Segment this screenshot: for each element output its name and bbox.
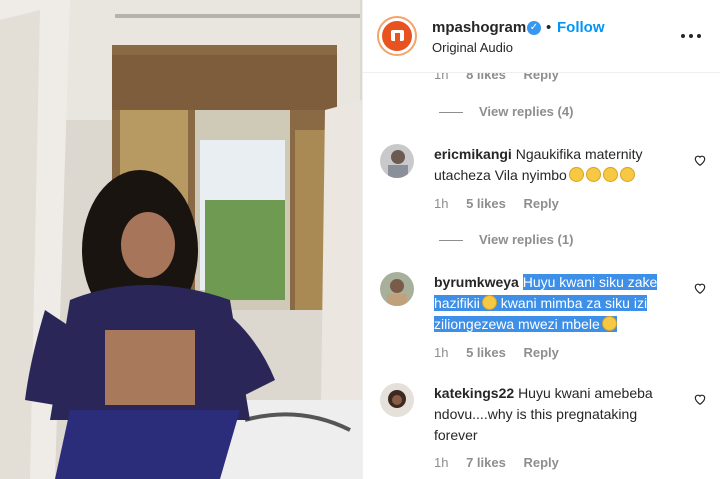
comments-list[interactable]: 1h 8 likes Reply View replies (4) ericmi… <box>363 73 720 479</box>
avatar-image <box>380 144 414 178</box>
replies-divider <box>439 112 463 114</box>
comment-text: katekings22 Huyu kwani amebeba ndovu....… <box>434 383 676 446</box>
post-header: mpashogram ✓ • Follow Original Audio <box>363 0 720 73</box>
heart-outline-icon[interactable] <box>693 153 707 167</box>
comment-text: byrumkweya Huyu kwani siku zake hazifiki… <box>434 272 676 335</box>
reply-button[interactable]: Reply <box>523 73 558 82</box>
comment-username[interactable]: katekings22 <box>434 385 514 401</box>
grinning-sweat-emoji <box>585 167 601 182</box>
verified-badge-icon: ✓ <box>527 21 541 35</box>
heart-outline-icon[interactable] <box>693 392 707 406</box>
follow-button[interactable]: Follow <box>557 19 605 36</box>
thinking-emoji <box>481 295 497 310</box>
view-replies-button[interactable]: View replies (1) <box>439 232 573 247</box>
comment-username[interactable]: byrumkweya <box>434 274 519 290</box>
separator-dot: • <box>546 19 552 36</box>
comment-meta: 1h 5 likes Reply <box>434 345 573 360</box>
grinning-sweat-emoji <box>601 316 617 331</box>
avatar[interactable] <box>380 144 414 178</box>
comment-likes[interactable]: 5 likes <box>466 196 506 211</box>
comment-meta: 1h 5 likes Reply <box>434 196 573 211</box>
more-options-icon[interactable] <box>681 28 701 44</box>
replies-divider <box>439 240 463 242</box>
comment-time: 1h <box>434 196 449 211</box>
comment-time: 1h <box>434 73 449 82</box>
comment-likes[interactable]: 8 likes <box>466 73 506 82</box>
view-replies-label: View replies (4) <box>479 104 574 119</box>
view-replies-label: View replies (1) <box>479 232 574 247</box>
grinning-sweat-emoji <box>619 167 635 182</box>
comment-likes[interactable]: 7 likes <box>466 455 506 470</box>
video-frame[interactable] <box>0 0 362 479</box>
avatar[interactable] <box>380 272 414 306</box>
comment-meta: 1h 7 likes Reply <box>434 455 573 470</box>
avatar-image <box>380 272 414 306</box>
account-avatar[interactable] <box>377 16 417 56</box>
avatar-image <box>380 383 414 417</box>
comments-panel: mpashogram ✓ • Follow Original Audio 1h … <box>362 0 720 479</box>
comment-likes[interactable]: 5 likes <box>466 345 506 360</box>
comment-time: 1h <box>434 345 449 360</box>
account-username[interactable]: mpashogram <box>432 19 526 36</box>
grinning-sweat-emoji <box>568 167 584 182</box>
comment-time: 1h <box>434 455 449 470</box>
comment-meta: 1h 8 likes Reply <box>434 73 573 82</box>
reply-button[interactable]: Reply <box>523 455 558 470</box>
heart-outline-icon[interactable] <box>693 281 707 295</box>
avatar[interactable] <box>380 383 414 417</box>
comment-text: ericmikangi Ngaukifika maternity utachez… <box>434 144 676 186</box>
grinning-sweat-emoji <box>602 167 618 182</box>
reply-button[interactable]: Reply <box>523 345 558 360</box>
brand-logo-icon <box>382 21 412 51</box>
comment-username[interactable]: ericmikangi <box>434 146 512 162</box>
original-audio-link[interactable]: Original Audio <box>432 40 513 55</box>
view-replies-button[interactable]: View replies (4) <box>439 104 573 119</box>
reply-button[interactable]: Reply <box>523 196 558 211</box>
video-still-image <box>0 0 362 479</box>
